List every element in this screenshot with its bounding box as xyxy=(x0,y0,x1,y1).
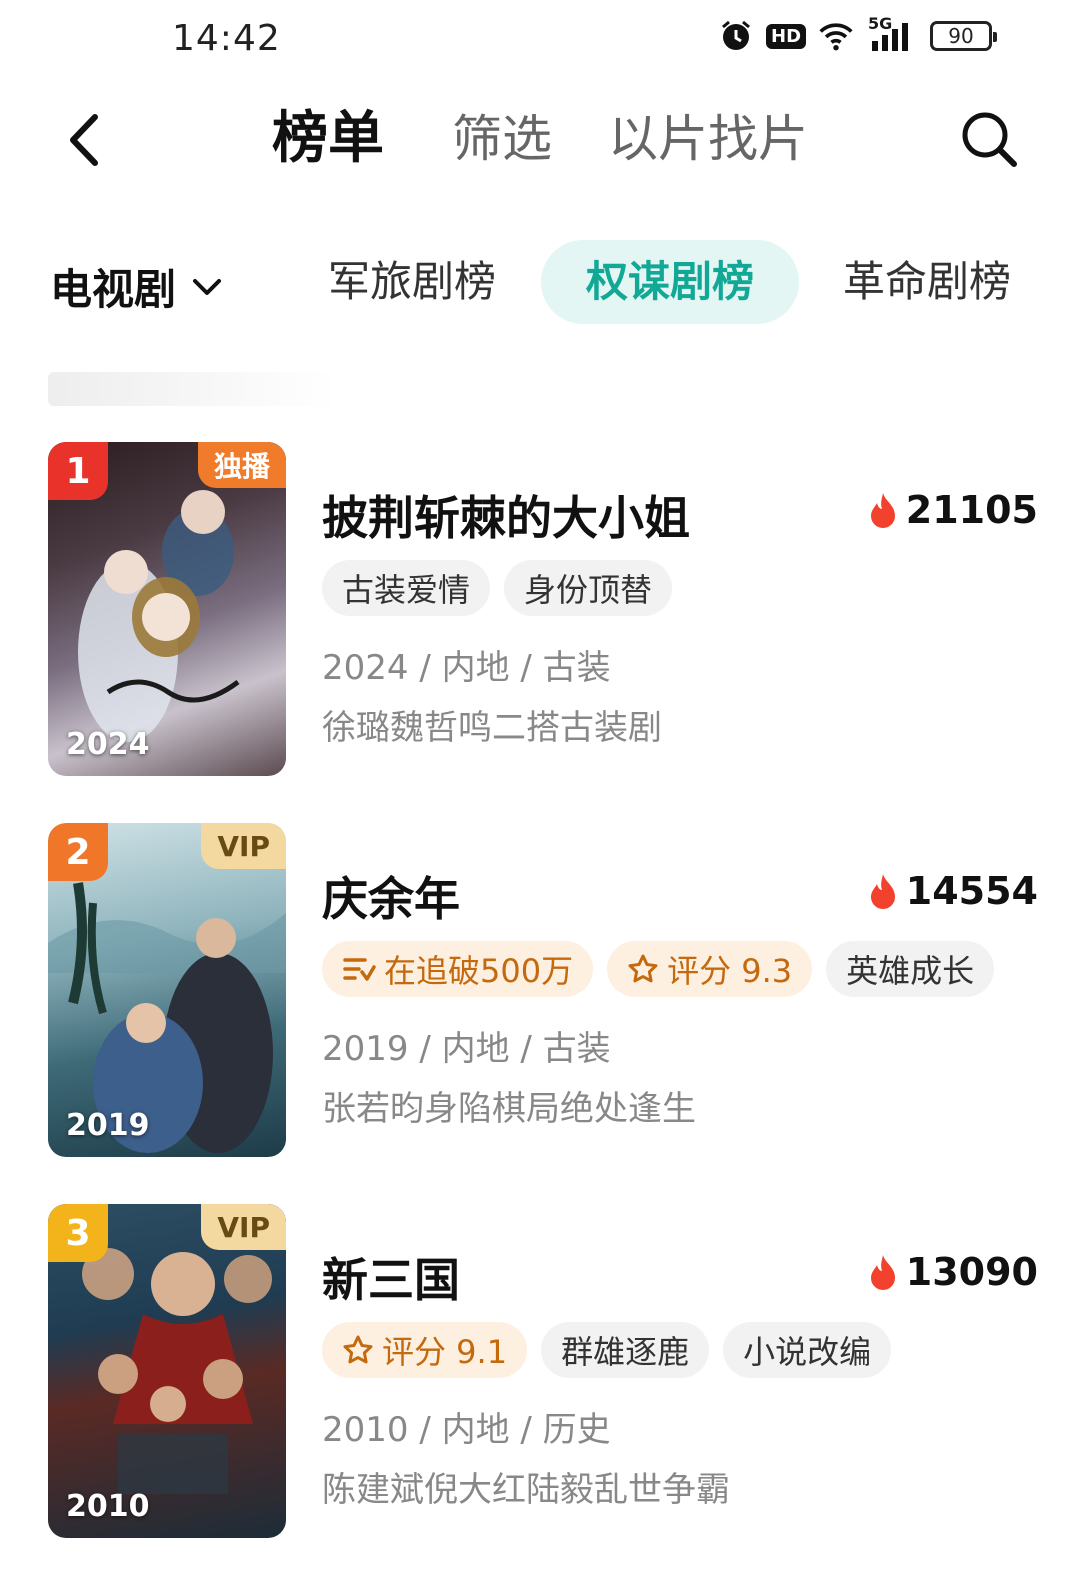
item-description: 张若昀身陷棋局绝处逢生 xyxy=(322,1089,696,1129)
hd-icon: HD xyxy=(766,18,807,54)
chip-label: 评分 9.1 xyxy=(382,1333,508,1371)
poster-year: 2024 xyxy=(66,727,150,762)
flame-icon xyxy=(870,874,895,909)
heat-value: 21105 xyxy=(905,488,1038,532)
tag-chip[interactable]: 小说改编 xyxy=(723,1322,892,1378)
status-icons: HD 5G 90 xyxy=(718,14,997,54)
tab-filter[interactable]: 筛选 xyxy=(452,104,552,174)
poster-image[interactable]: 3 VIP 2010 xyxy=(48,1204,286,1538)
chevron-down-icon xyxy=(193,278,222,295)
category-dropdown-label: 电视剧 xyxy=(50,265,177,314)
item-meta: 2019 / 内地 / 古装 xyxy=(322,1029,611,1069)
tag-list: 在追破500万 评分 9.3 英雄成长 xyxy=(322,941,995,997)
tag-chip[interactable]: 群雄逐鹿 xyxy=(541,1322,710,1378)
heat-score: 13090 xyxy=(868,1250,1038,1294)
search-icon xyxy=(962,112,1017,167)
chip-label: 在追破500万 xyxy=(384,952,574,990)
rank-badge: 1 xyxy=(48,442,108,500)
list-item[interactable]: 1 独播 2024 披荆斩棘的大小姐 21105 古装爱情 身份顶替 2024 … xyxy=(48,442,1038,776)
item-meta: 2010 / 内地 / 历史 xyxy=(322,1410,611,1450)
tag-chip[interactable]: 身份顶替 xyxy=(504,560,673,616)
tag-chip[interactable]: 英雄成长 xyxy=(826,941,995,997)
item-title[interactable]: 庆余年 xyxy=(322,863,460,929)
tag-list: 评分 9.1 群雄逐鹿 小说改编 xyxy=(322,1322,892,1378)
item-description: 陈建斌倪大红陆毅乱世争霸 xyxy=(322,1470,730,1510)
network-type: 5G xyxy=(868,14,893,33)
heat-value: 14554 xyxy=(905,869,1038,913)
alarm-icon xyxy=(718,18,754,54)
battery-indicator: 90 xyxy=(930,21,997,51)
status-bar: 14:42 HD 5G 90 xyxy=(0,0,1080,80)
search-button[interactable] xyxy=(958,108,1020,170)
tab-revolution-drama[interactable]: 革命剧榜 xyxy=(824,240,1030,324)
tab-rank[interactable]: 榜单 xyxy=(272,104,384,174)
rank-badge: 3 xyxy=(48,1204,108,1262)
watching-chip[interactable]: 在追破500万 xyxy=(322,941,594,997)
tab-search-by-image[interactable]: 以片找片 xyxy=(608,104,808,174)
flame-icon xyxy=(870,493,895,528)
rating-chip[interactable]: 评分 9.3 xyxy=(607,941,813,997)
item-title[interactable]: 披荆斩棘的大小姐 xyxy=(322,482,690,548)
signal-icon: 5G xyxy=(868,14,916,54)
vip-badge: VIP xyxy=(201,1204,286,1250)
category-row: 电视剧 军旅剧榜 权谋剧榜 革命剧榜 xyxy=(0,240,1080,326)
top-nav: 榜单 筛选 以片找片 xyxy=(0,90,1080,190)
tag-list: 古装爱情 身份顶替 xyxy=(322,560,673,616)
tag-chip[interactable]: 古装爱情 xyxy=(322,560,491,616)
tab-power-strategy-drama[interactable]: 权谋剧榜 xyxy=(541,240,799,324)
exclusive-badge: 独播 xyxy=(197,442,286,488)
back-button[interactable] xyxy=(58,110,108,170)
poster-year: 2019 xyxy=(66,1108,150,1143)
item-title[interactable]: 新三国 xyxy=(322,1244,460,1310)
rating-chip[interactable]: 评分 9.1 xyxy=(322,1322,528,1378)
tab-military-drama[interactable]: 军旅剧榜 xyxy=(310,240,514,324)
star-icon xyxy=(343,1335,373,1364)
divider xyxy=(48,372,338,406)
status-time: 14:42 xyxy=(172,18,281,59)
list-icon xyxy=(343,958,376,981)
star-icon xyxy=(628,954,658,983)
poster-image[interactable]: 2 VIP 2019 xyxy=(48,823,286,1157)
chip-label: 评分 9.3 xyxy=(667,952,793,990)
list-item[interactable]: 3 VIP 2010 新三国 13090 评分 9.1 群雄逐鹿 小说改编 20… xyxy=(48,1204,1038,1538)
list-item[interactable]: 2 VIP 2019 庆余年 14554 在追破500万 评分 9.3 英雄成长… xyxy=(48,823,1038,1157)
wifi-icon xyxy=(818,18,854,54)
rank-badge: 2 xyxy=(48,823,108,881)
item-meta: 2024 / 内地 / 古装 xyxy=(322,648,611,688)
heat-score: 14554 xyxy=(868,869,1038,913)
poster-year: 2010 xyxy=(66,1489,150,1524)
flame-icon xyxy=(870,1255,895,1290)
heat-value: 13090 xyxy=(905,1250,1038,1294)
vip-badge: VIP xyxy=(201,823,286,869)
poster-image[interactable]: 1 独播 2024 xyxy=(48,442,286,776)
category-dropdown[interactable]: 电视剧 xyxy=(50,256,222,317)
item-description: 徐璐魏哲鸣二搭古装剧 xyxy=(322,708,662,748)
heat-score: 21105 xyxy=(868,488,1038,532)
chevron-left-icon xyxy=(70,114,98,166)
